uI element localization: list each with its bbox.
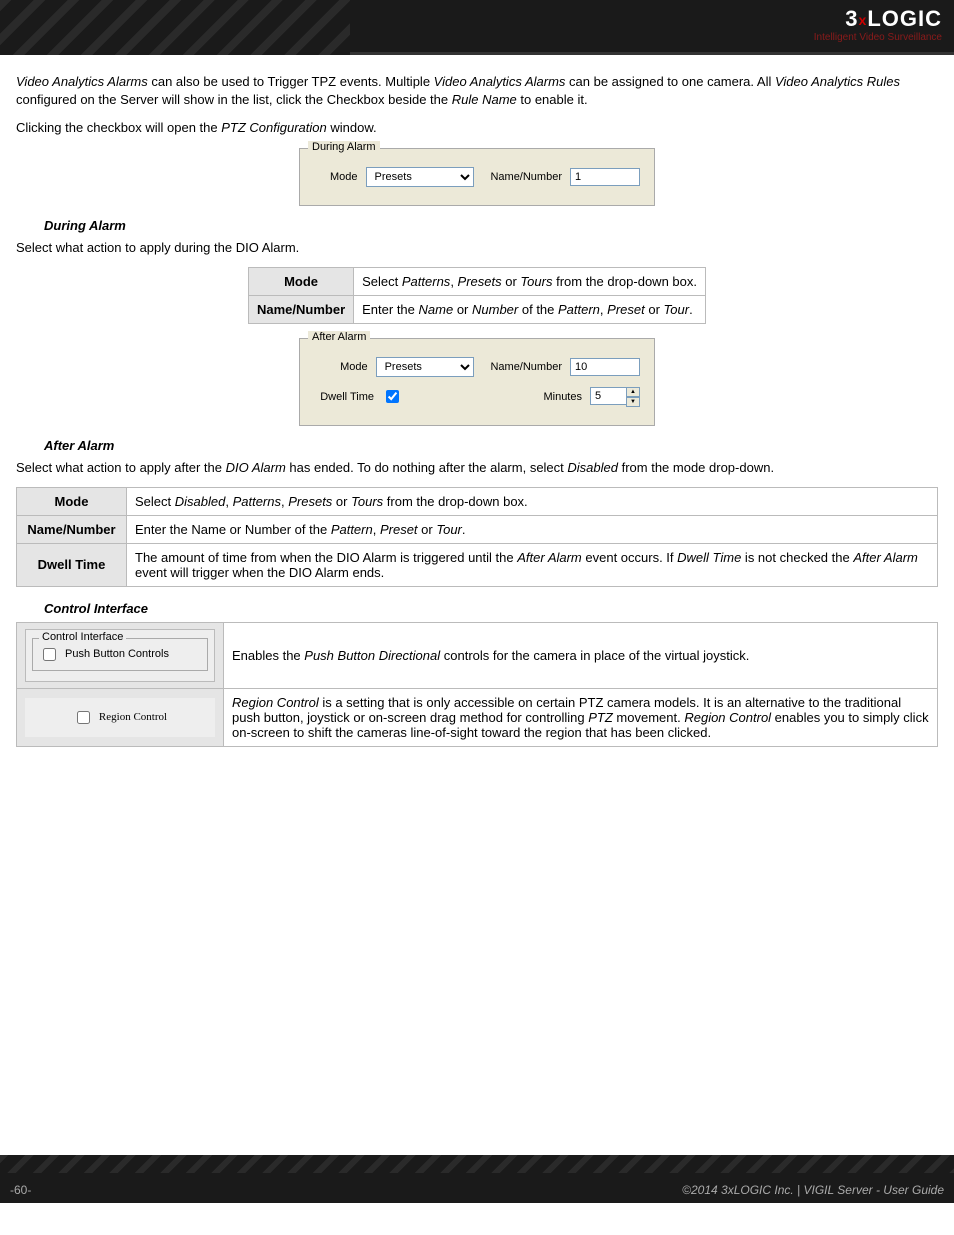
brand-logo: 3xLOGIC Intelligent Video Surveillance [814, 6, 942, 43]
table-cell: The amount of time from when the DIO Ala… [127, 543, 938, 586]
paragraph: Clicking the checkbox will open the PTZ … [16, 119, 938, 137]
after-alarm-table: Mode Select Disabled, Patterns, Presets … [16, 487, 938, 587]
control-interface-box: Control Interface Push Button Controls [25, 629, 215, 682]
page-header: 3xLOGIC Intelligent Video Surveillance [0, 0, 954, 55]
paragraph: Video Analytics Alarms can also be used … [16, 73, 938, 109]
region-control-label: Region Control [99, 711, 167, 723]
mode-select[interactable]: Presets [366, 167, 475, 187]
mode-select[interactable]: Presets [376, 357, 475, 377]
logo-x: x [859, 12, 868, 28]
logo-text: 3 [845, 6, 858, 31]
minutes-spinner[interactable]: ▲ ▼ [590, 387, 640, 407]
control-interface-heading: Control Interface [44, 601, 938, 616]
table-header: Dwell Time [17, 543, 127, 586]
text: PTZ Configuration [221, 120, 327, 135]
region-control-checkbox[interactable] [77, 711, 90, 724]
text: Rule Name [452, 92, 517, 107]
paragraph: Select what action to apply after the DI… [16, 459, 938, 477]
during-alarm-table: Mode Select Patterns, Presets or Tours f… [248, 267, 706, 324]
name-number-label: Name/Number [490, 361, 562, 373]
name-number-label: Name/Number [490, 171, 562, 183]
page-number: -60- [10, 1183, 31, 1197]
mode-label: Mode [314, 171, 358, 183]
table-cell: Control Interface Push Button Controls [17, 622, 224, 688]
minutes-input[interactable] [590, 387, 626, 405]
header-texture [0, 0, 350, 55]
paragraph: Select what action to apply during the D… [16, 239, 938, 257]
name-number-input[interactable] [570, 358, 640, 376]
during-alarm-heading: During Alarm [44, 218, 938, 233]
page-footer: -60- ©2014 3xLOGIC Inc. | VIGIL Server -… [0, 1155, 954, 1203]
table-header: Mode [249, 267, 354, 295]
table-cell: Enter the Name or Number of the Pattern,… [127, 515, 938, 543]
copyright: ©2014 3xLOGIC Inc. | VIGIL Server - User… [682, 1183, 944, 1197]
dwell-time-checkbox[interactable] [386, 390, 399, 403]
table-cell: Region Control is a setting that is only… [224, 688, 938, 746]
table-cell: Enter the Name or Number of the Pattern,… [354, 295, 706, 323]
text: Clicking the checkbox will open the [16, 120, 221, 135]
spinner-down-icon[interactable]: ▼ [626, 397, 640, 407]
table-cell: Region Control [17, 688, 224, 746]
table-cell: Enables the Push Button Directional cont… [224, 622, 938, 688]
text: can also be used to Trigger TPZ events. … [148, 74, 434, 89]
footer-texture [0, 1155, 954, 1173]
spinner-up-icon[interactable]: ▲ [626, 387, 640, 397]
minutes-label: Minutes [543, 391, 582, 403]
fieldset-legend: Control Interface [39, 631, 126, 643]
table-header: Name/Number [17, 515, 127, 543]
text: can be assigned to one camera. All [565, 74, 775, 89]
logo-text: LOGIC [867, 6, 942, 31]
control-interface-table: Control Interface Push Button Controls E… [16, 622, 938, 747]
table-cell: Select Disabled, Patterns, Presets or To… [127, 487, 938, 515]
fieldset-legend: During Alarm [308, 141, 380, 153]
after-alarm-heading: After Alarm [44, 438, 938, 453]
table-header: Mode [17, 487, 127, 515]
after-alarm-panel: After Alarm Mode Presets Name/Number Dwe… [299, 338, 655, 426]
text: Video Analytics Alarms [16, 74, 148, 89]
text: window. [327, 120, 377, 135]
during-alarm-panel: During Alarm Mode Presets Name/Number [299, 148, 655, 206]
table-cell: Select Patterns, Presets or Tours from t… [354, 267, 706, 295]
text: to enable it. [517, 92, 588, 107]
logo-tagline: Intelligent Video Surveillance [814, 32, 942, 43]
push-button-controls-label: Push Button Controls [65, 648, 169, 660]
name-number-input[interactable] [570, 168, 640, 186]
text: Video Analytics Rules [775, 74, 900, 89]
page-content: Video Analytics Alarms can also be used … [0, 55, 954, 1155]
dwell-time-label: Dwell Time [314, 391, 374, 403]
table-header: Name/Number [249, 295, 354, 323]
mode-label: Mode [314, 361, 368, 373]
text: configured on the Server will show in th… [16, 92, 452, 107]
fieldset-legend: After Alarm [308, 331, 370, 343]
text: Video Analytics Alarms [434, 74, 566, 89]
push-button-controls-checkbox[interactable] [43, 648, 56, 661]
